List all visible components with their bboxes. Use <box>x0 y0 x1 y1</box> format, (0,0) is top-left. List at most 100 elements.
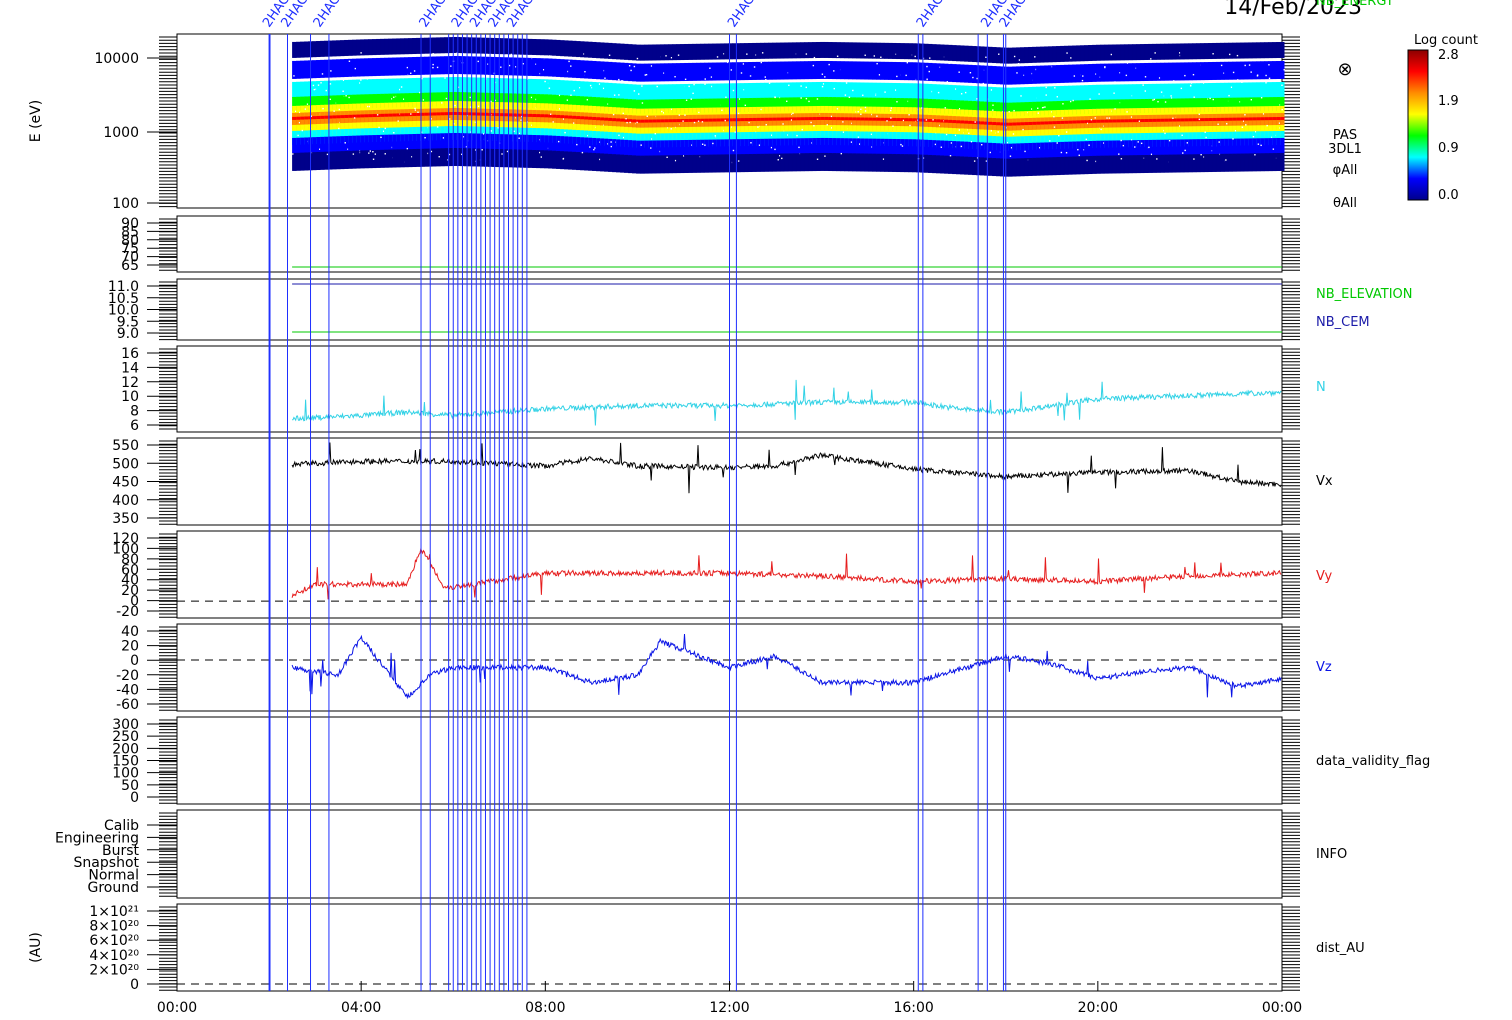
spectrogram-gap <box>344 142 346 144</box>
spectrogram-cell <box>424 56 429 75</box>
spectrogram-cell <box>800 61 805 80</box>
spectrogram-cell <box>752 153 757 172</box>
spectrogram-cell <box>300 60 305 79</box>
spectrogram-cell <box>724 154 729 173</box>
spectrogram-cell <box>744 62 749 81</box>
spectrogram-cell <box>1100 63 1105 82</box>
panel-2: 11.010.510.09.59.0NB_ELEVATIONNB_CEM <box>108 278 1413 342</box>
spectrogram-cell <box>544 150 549 169</box>
spectrogram-cell <box>376 57 381 76</box>
spectrogram-cell <box>408 38 413 55</box>
y-tick-label: Ground <box>88 880 140 896</box>
spectrogram-cell <box>984 86 989 103</box>
spectrogram-gap <box>781 157 783 160</box>
spectrogram-gap <box>1200 153 1202 156</box>
spectrogram-gap <box>661 110 663 113</box>
spectrogram-cell <box>1196 62 1201 81</box>
spectrogram-cell <box>1136 84 1141 101</box>
spectrogram-cell <box>1060 141 1065 158</box>
spectrogram-cell <box>656 140 661 157</box>
spectrogram-cell <box>412 134 417 151</box>
spectrogram-cell <box>340 80 345 97</box>
spectrogram-cell <box>1152 139 1157 156</box>
spectrogram-cell <box>888 82 893 99</box>
spectrogram-cell <box>716 139 721 156</box>
spectrogram-cell <box>1260 61 1265 80</box>
spectrogram-cell <box>1116 84 1121 101</box>
spectrogram-cell <box>1244 138 1249 155</box>
spectrogram-cell <box>1004 158 1009 177</box>
spectrogram-cell <box>444 37 449 54</box>
spectrogram-cell <box>972 142 977 159</box>
spectrogram-cell <box>932 44 937 61</box>
spectrogram-gap <box>1120 158 1123 160</box>
spectrogram-cell <box>912 139 917 156</box>
spectrogram-cell <box>1216 138 1221 155</box>
spectrogram-cell <box>296 41 301 58</box>
spectrogram-gap <box>738 98 741 100</box>
spectrogram-cell <box>904 62 909 81</box>
spectrogram-gap <box>589 146 591 148</box>
spectrogram-gap <box>964 91 967 94</box>
colorbar-gradient <box>1407 49 1429 201</box>
spectrogram-cell <box>1096 84 1101 101</box>
spectrogram-cell <box>1128 140 1133 157</box>
spectrogram-cell <box>540 150 545 169</box>
spectrogram-cell <box>808 82 813 99</box>
x-tick-label: 12:00 <box>709 1000 749 1016</box>
spectrogram-gap <box>1134 146 1136 148</box>
spectrogram-gap <box>665 55 667 57</box>
spectrogram-cell <box>1048 157 1053 176</box>
spectrogram-cell <box>1060 45 1065 62</box>
spectrogram-cell <box>1176 43 1181 60</box>
spectrogram-cell <box>1064 85 1069 102</box>
spectrogram-cell <box>408 57 413 76</box>
y-tick-label: 1000 <box>103 125 139 141</box>
spectrogram-gap <box>1260 144 1262 147</box>
spectrogram-gap <box>1157 100 1159 103</box>
spectrogram-cell <box>1264 61 1269 80</box>
spectrogram-cell <box>1280 41 1285 58</box>
spectrogram-cell <box>1140 63 1145 82</box>
spectrogram-cell <box>1028 142 1033 159</box>
y-tick-label: 10000 <box>94 51 139 67</box>
spectrogram-gap <box>824 76 826 78</box>
spectrogram-cell <box>1176 62 1181 81</box>
spectrogram-gap <box>608 54 611 56</box>
spectrogram-cell <box>1052 142 1057 159</box>
spectrogram-cell <box>496 78 501 95</box>
spectrogram-cell <box>568 40 573 57</box>
spectrogram-cell <box>680 84 685 101</box>
spectrogram-cell <box>384 78 389 95</box>
y-tick-label: -40 <box>116 682 139 698</box>
spectrogram-cell <box>876 138 881 155</box>
spectrogram-cell <box>968 85 973 102</box>
spectrogram-cell <box>560 80 565 97</box>
spectrogram-cell <box>364 79 369 96</box>
spectrogram-cell <box>1192 139 1197 156</box>
spectrogram-gap <box>1205 136 1207 139</box>
spectrogram-gap <box>1237 79 1239 81</box>
spectrogram-gap <box>1106 117 1108 119</box>
spectrogram-cell <box>1240 153 1245 172</box>
spectrogram-gap <box>749 75 752 77</box>
spectrogram-cell <box>984 46 989 63</box>
spectrogram-cell <box>564 136 569 153</box>
spectrogram-cell <box>812 138 817 155</box>
spectrogram-cell <box>844 153 849 172</box>
spectrogram-cell <box>876 61 881 80</box>
spectrogram-cell <box>400 57 405 76</box>
spectrogram-gap <box>684 114 686 116</box>
spectrogram-gap <box>1053 116 1055 118</box>
spectrogram-gap <box>1010 147 1013 149</box>
spectrogram-cell <box>424 37 429 54</box>
spectrogram-cell <box>840 153 845 172</box>
spectrogram-cell <box>1236 61 1241 80</box>
spectrogram-cell <box>1044 65 1049 84</box>
spectrogram-cell <box>556 135 561 152</box>
spectrogram-cell <box>388 38 393 55</box>
spectrogram-cell <box>580 81 585 98</box>
spectrogram-gap <box>701 143 704 145</box>
spectrogram-gap <box>306 103 309 105</box>
spectrogram-cell <box>728 139 733 156</box>
